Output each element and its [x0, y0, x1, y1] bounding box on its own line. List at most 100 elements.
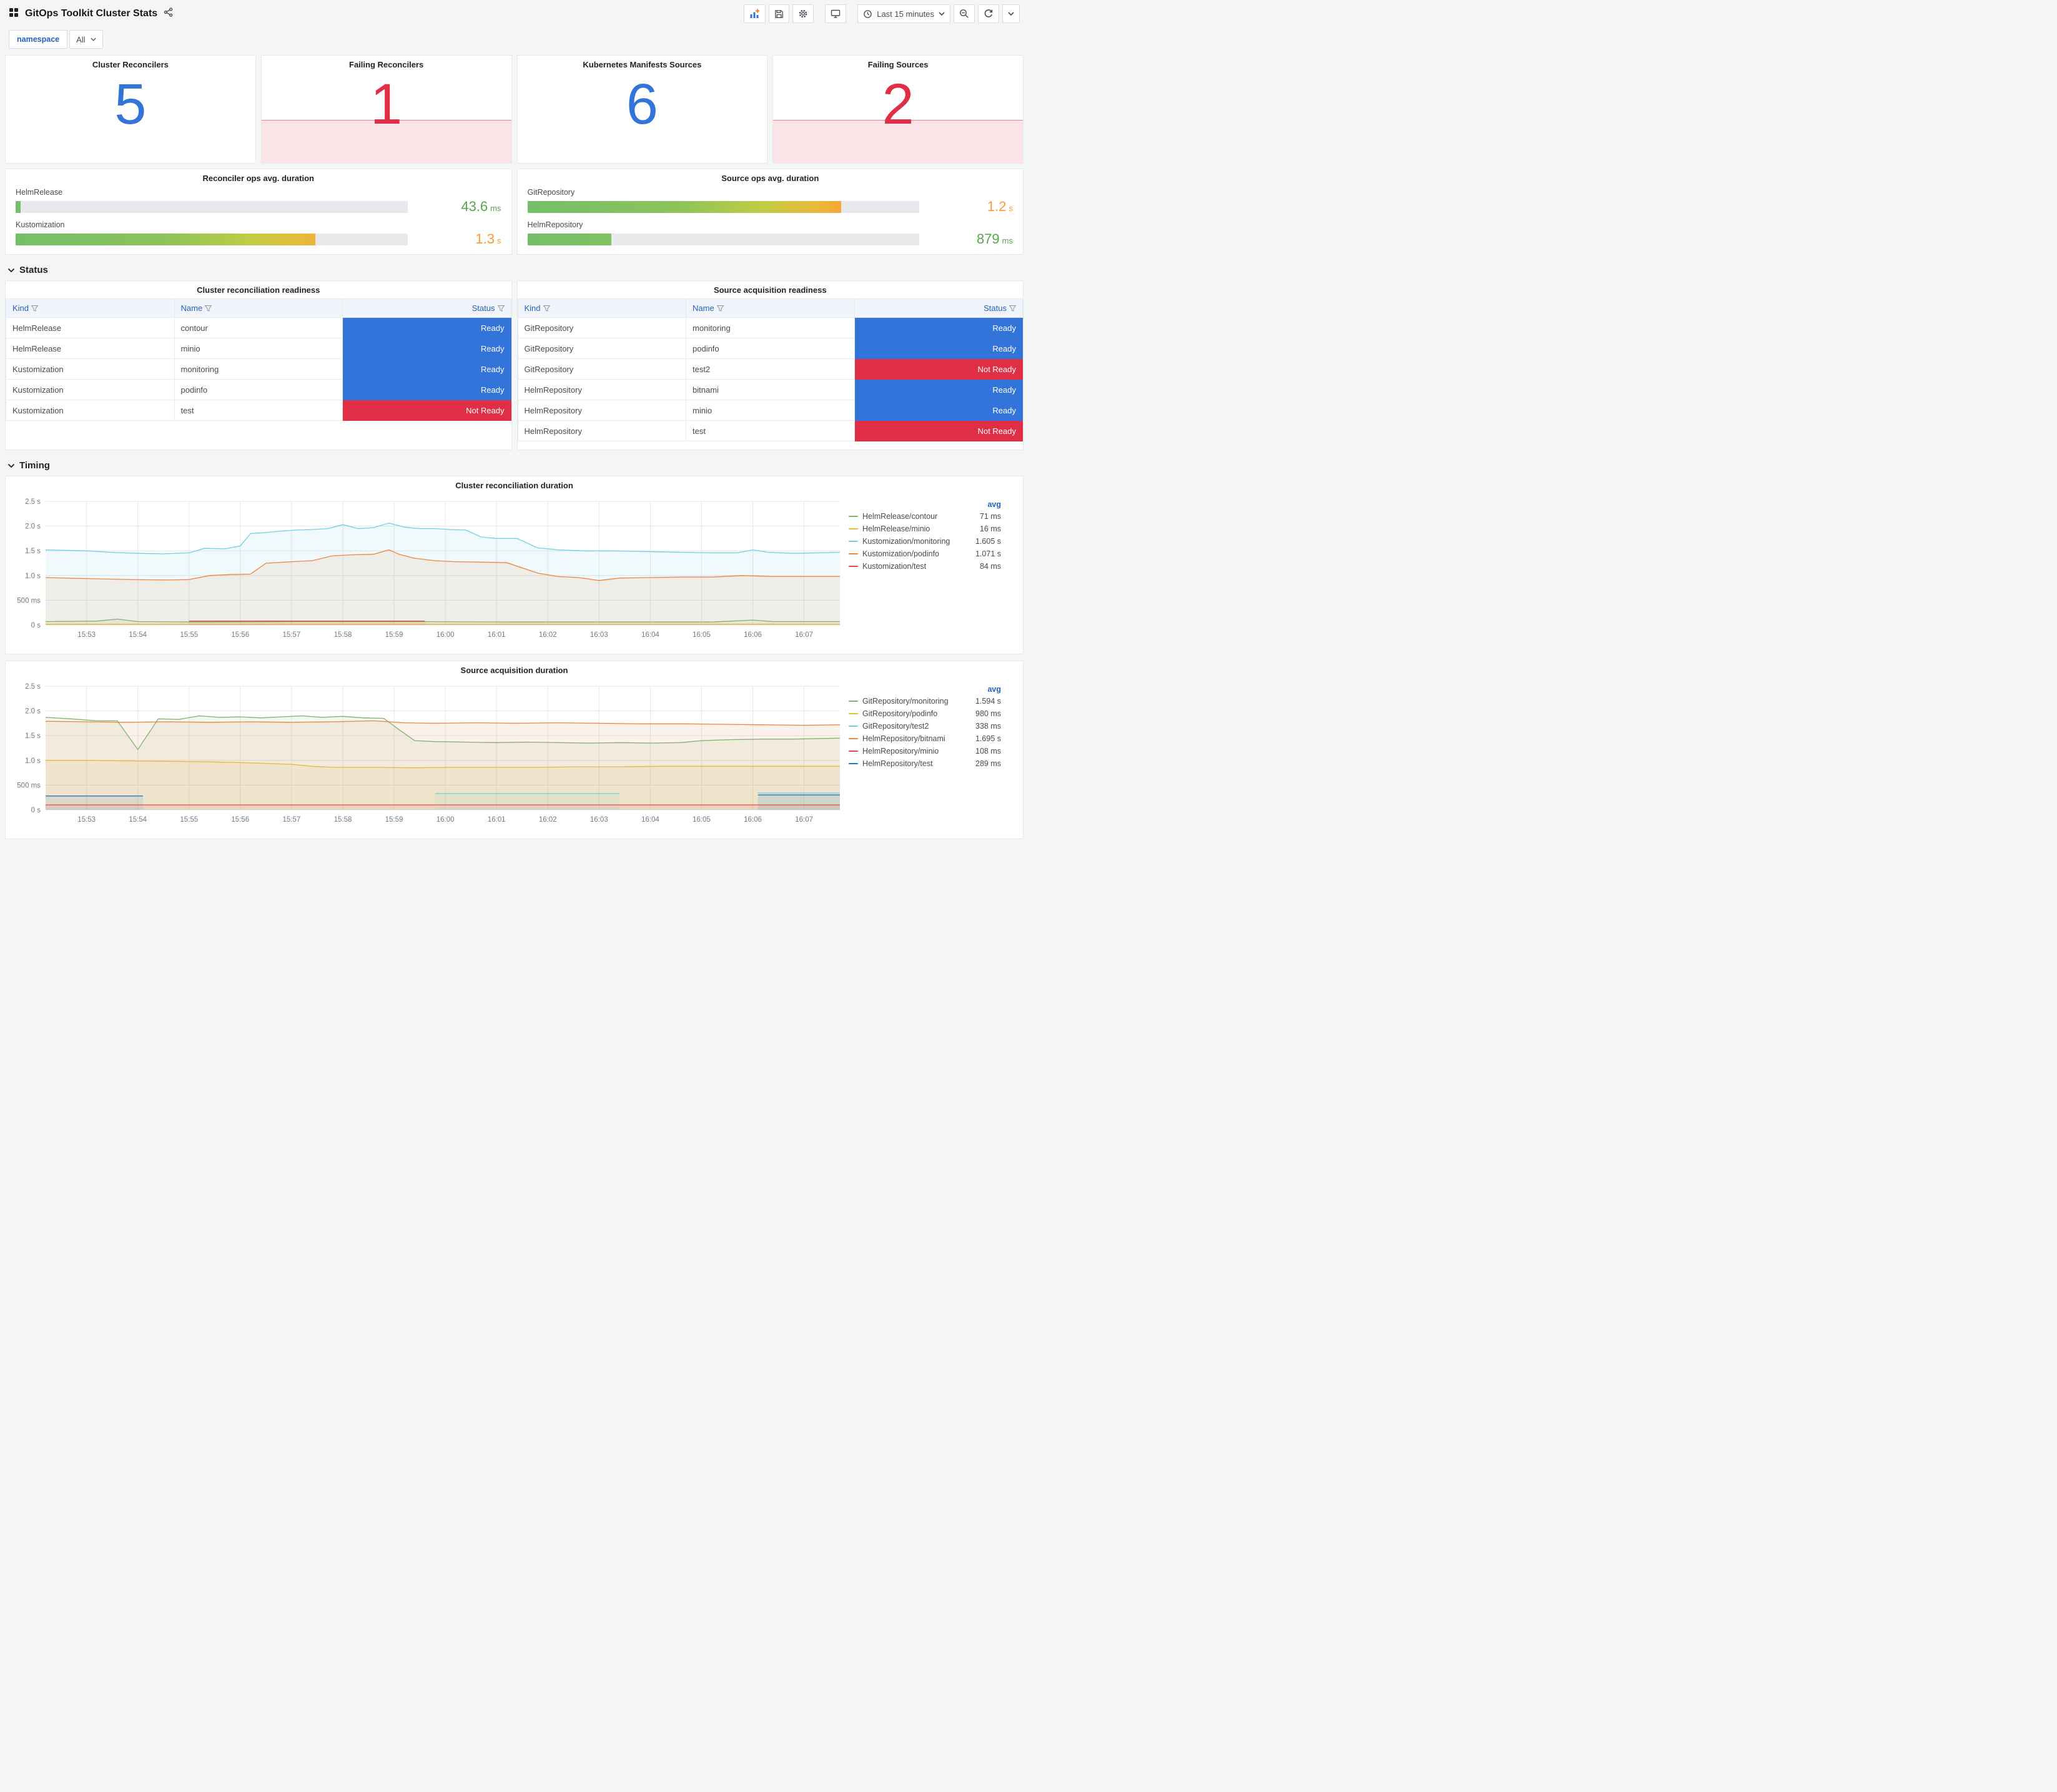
dashboard-settings-button[interactable]: [792, 4, 814, 23]
panel-title[interactable]: Reconciler ops avg. duration: [6, 169, 511, 185]
refresh-interval-dropdown[interactable]: [1002, 4, 1020, 23]
legend-item[interactable]: Kustomization/monitoring 1.605 s: [849, 535, 1001, 548]
cell-kind: HelmRepository: [517, 379, 686, 400]
series-avg-value: 1.695 s: [975, 734, 1001, 743]
panel-title[interactable]: Cluster reconciliation readiness: [6, 281, 511, 297]
cell-kind: Kustomization: [6, 400, 175, 421]
panel-title[interactable]: Failing Reconcilers: [262, 56, 511, 72]
legend-item[interactable]: HelmRepository/bitnami 1.695 s: [849, 732, 1001, 745]
refresh-button[interactable]: [978, 4, 999, 23]
series-color-swatch: [849, 540, 858, 543]
column-header-name[interactable]: Name: [686, 298, 855, 318]
legend-item[interactable]: Kustomization/podinfo 1.071 s: [849, 548, 1001, 560]
save-dashboard-button[interactable]: [769, 4, 790, 23]
series-name[interactable]: GitRepository/test2: [862, 722, 929, 731]
status-badge: Ready: [342, 358, 511, 380]
gauge-value: 1.3 s: [475, 231, 501, 247]
gauge-label: HelmRelease: [16, 188, 63, 197]
apps-icon[interactable]: [9, 7, 19, 21]
svg-text:16:00: 16:00: [437, 631, 455, 639]
time-range-label: Last 15 minutes: [877, 9, 934, 19]
series-color-swatch: [849, 565, 858, 568]
panel-cluster-reconciliation-duration: Cluster reconciliation duration 0 s 500 m…: [5, 476, 1024, 654]
readiness-table: Kind Name Status GitRepository monitoring Rea…: [517, 298, 1024, 441]
timeseries-plot: 0 s 500 ms 1.0 s 1.5 s 2.0 s 2.5 s 15:53 15:54 1…: [9, 494, 846, 647]
cell-name: podinfo: [686, 338, 855, 359]
series-color-swatch: [849, 700, 858, 702]
svg-text:15:55: 15:55: [180, 631, 198, 639]
cell-kind: HelmRepository: [517, 400, 686, 421]
status-badge: Ready: [854, 317, 1023, 338]
series-color-swatch: [849, 750, 858, 752]
svg-text:15:59: 15:59: [385, 816, 403, 824]
svg-text:16:07: 16:07: [795, 816, 813, 824]
series-name[interactable]: Kustomization/monitoring: [862, 537, 950, 546]
section-status[interactable]: Status: [5, 260, 1024, 280]
legend-item[interactable]: HelmRelease/minio 16 ms: [849, 523, 1001, 535]
svg-text:16:00: 16:00: [437, 816, 455, 824]
svg-text:15:58: 15:58: [334, 631, 352, 639]
legend-item[interactable]: GitRepository/monitoring 1.594 s: [849, 695, 1001, 707]
gauge-fill: [527, 200, 841, 213]
gauge-track: [16, 200, 408, 213]
column-label: Status: [984, 303, 1007, 313]
series-avg-value: 1.594 s: [975, 697, 1001, 706]
svg-text:1.0 s: 1.0 s: [25, 757, 41, 765]
status-badge: Ready: [342, 379, 511, 400]
cell-name: monitoring: [174, 358, 343, 380]
gauge-label: Kustomization: [16, 220, 65, 229]
svg-text:500 ms: 500 ms: [17, 782, 41, 789]
column-header-status[interactable]: Status: [342, 298, 511, 318]
svg-text:2.5 s: 2.5 s: [25, 683, 41, 691]
panel-title[interactable]: Source acquisition readiness: [518, 281, 1024, 297]
gauge-fill: [16, 200, 21, 213]
panel-title[interactable]: Cluster reconciliation duration: [6, 476, 1023, 493]
add-panel-button[interactable]: [744, 4, 766, 23]
timeseries-plot: 0 s 500 ms 1.0 s 1.5 s 2.0 s 2.5 s 15:53 15:54 1…: [9, 679, 846, 832]
panel-title[interactable]: Cluster Reconcilers: [6, 56, 255, 72]
gauge-item: HelmRepository 879 ms: [527, 220, 1013, 247]
legend-item[interactable]: HelmRepository/minio 108 ms: [849, 745, 1001, 757]
grafana-dashboard: GitOps Toolkit Cluster Stats Last 15 min…: [0, 0, 1028, 852]
legend-item[interactable]: Kustomization/test 84 ms: [849, 560, 1001, 573]
panel-title[interactable]: Source acquisition duration: [6, 661, 1023, 677]
series-avg-value: 1.605 s: [975, 537, 1001, 546]
series-name[interactable]: Kustomization/podinfo: [862, 549, 939, 558]
column-header-kind[interactable]: Kind: [6, 298, 175, 318]
legend-item[interactable]: GitRepository/podinfo 980 ms: [849, 707, 1001, 720]
series-name[interactable]: HelmRepository/bitnami: [862, 734, 945, 743]
series-name[interactable]: GitRepository/monitoring: [862, 697, 949, 706]
series-avg-value: 84 ms: [979, 562, 1001, 571]
svg-text:2.5 s: 2.5 s: [25, 498, 41, 506]
tv-mode-button[interactable]: [825, 4, 847, 23]
series-name[interactable]: HelmRelease/contour: [862, 512, 937, 521]
svg-text:2.0 s: 2.0 s: [25, 523, 41, 531]
legend-item[interactable]: GitRepository/test2 338 ms: [849, 720, 1001, 732]
series-color-swatch: [849, 528, 858, 530]
section-timing-label: Timing: [19, 460, 50, 471]
series-name[interactable]: Kustomization/test: [862, 562, 926, 571]
series-name[interactable]: HelmRelease/minio: [862, 524, 930, 533]
panel-title[interactable]: Kubernetes Manifests Sources: [518, 56, 767, 72]
column-header-name[interactable]: Name: [174, 298, 343, 318]
gauge-fill: [16, 233, 316, 245]
svg-text:15:56: 15:56: [231, 631, 249, 639]
section-timing[interactable]: Timing: [5, 455, 1024, 476]
cell-name: podinfo: [174, 379, 343, 400]
panel-title[interactable]: Failing Sources: [773, 56, 1023, 72]
column-label: Status: [471, 303, 495, 313]
share-icon[interactable]: [164, 7, 173, 20]
table-row: HelmRelease minio Ready: [6, 338, 511, 359]
panel-title[interactable]: Source ops avg. duration: [518, 169, 1024, 185]
series-name[interactable]: HelmRepository/test: [862, 759, 933, 768]
legend-item[interactable]: HelmRepository/test 289 ms: [849, 757, 1001, 770]
column-header-kind[interactable]: Kind: [517, 298, 686, 318]
zoom-out-button[interactable]: [954, 4, 975, 23]
variable-namespace-value[interactable]: All: [69, 30, 103, 49]
legend-item[interactable]: HelmRelease/contour 71 ms: [849, 510, 1001, 523]
time-picker[interactable]: Last 15 minutes: [857, 4, 950, 23]
series-name[interactable]: HelmRepository/minio: [862, 747, 939, 756]
column-header-status[interactable]: Status: [854, 298, 1023, 318]
stat-value: 6: [626, 72, 658, 136]
series-name[interactable]: GitRepository/podinfo: [862, 709, 937, 718]
